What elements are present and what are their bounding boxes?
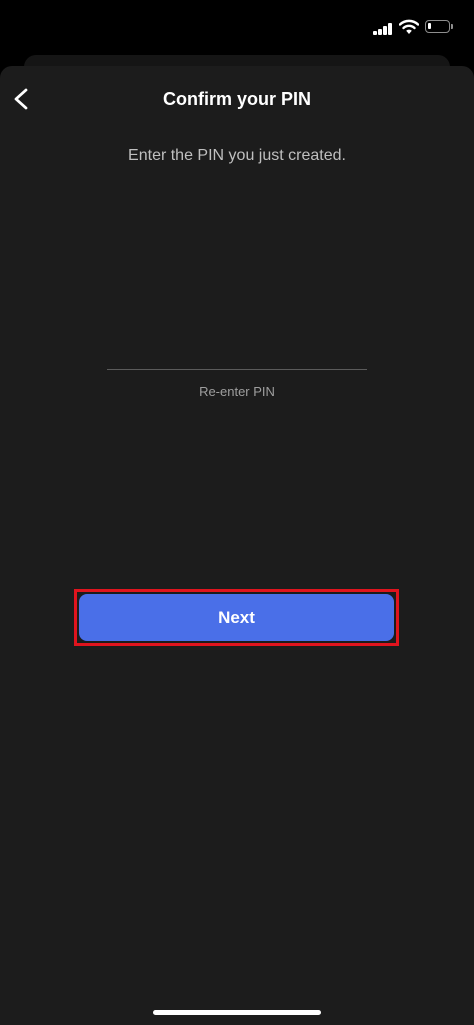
wifi-icon bbox=[398, 19, 420, 35]
home-indicator bbox=[153, 1010, 321, 1015]
battery-level-fill bbox=[428, 23, 431, 29]
cellular-signal-icon bbox=[373, 22, 393, 35]
pin-input-label: Re-enter PIN bbox=[199, 384, 275, 399]
battery-nub bbox=[451, 24, 453, 29]
page-title: Confirm your PIN bbox=[162, 89, 311, 109]
instruction-text: Enter the PIN you just created. bbox=[128, 147, 346, 164]
battery-icon bbox=[425, 20, 450, 33]
status-bar bbox=[0, 0, 474, 56]
next-button[interactable]: Next bbox=[79, 594, 394, 641]
pin-confirm-sheet bbox=[0, 66, 474, 1025]
pin-input[interactable] bbox=[107, 330, 367, 370]
